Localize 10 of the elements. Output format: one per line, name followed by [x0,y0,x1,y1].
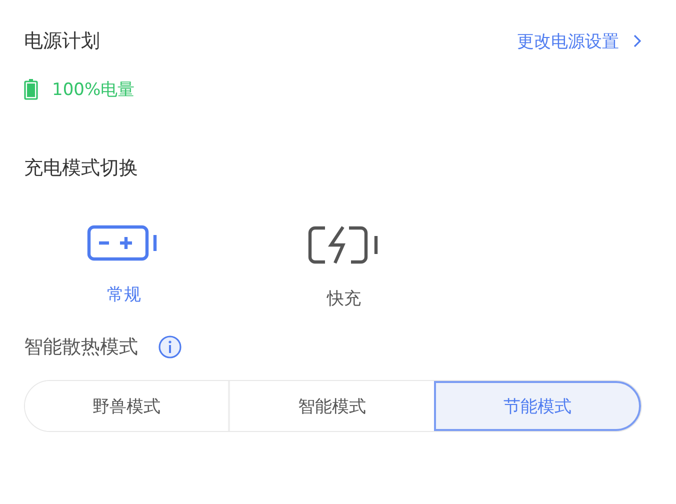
section-title: 充电模式切换 [24,156,139,181]
battery-icon [24,79,38,100]
section-title: 电源计划 [24,29,100,54]
charge-mode-option[interactable]: 常规 [64,225,184,310]
section-title: 智能散热模式 [24,335,138,360]
info-icon[interactable] [158,335,182,359]
change-power-settings-link[interactable]: 更改电源设置 [517,30,642,52]
charge-mode-option[interactable]: 快充 [284,225,404,310]
chevron-icon [633,34,642,48]
battery-level-text: 100%电量 [52,79,135,101]
